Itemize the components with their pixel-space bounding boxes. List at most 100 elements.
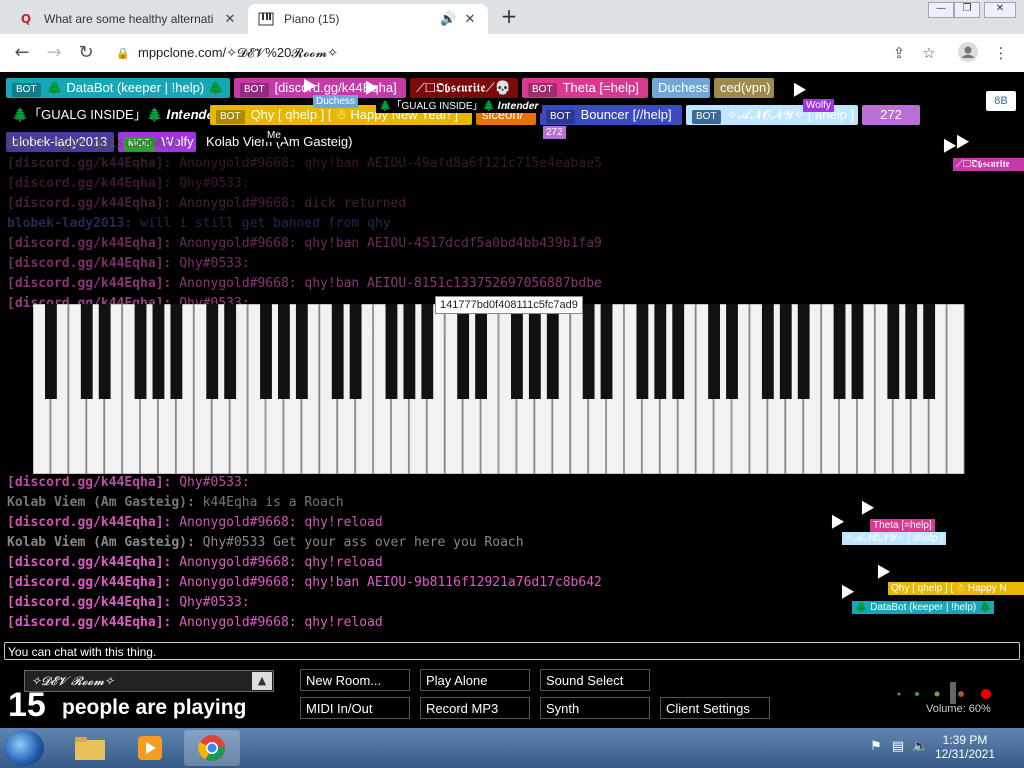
network-icon[interactable]: ▤	[890, 739, 906, 755]
speaker-icon[interactable]: 🔈	[912, 739, 928, 755]
close-window-button[interactable]: ✕	[984, 2, 1016, 18]
tab-title: What are some healthy alternati	[44, 12, 214, 26]
piano-black-key[interactable]	[708, 304, 720, 399]
lock-icon: 🔒	[116, 46, 130, 60]
piano-black-key[interactable]	[134, 304, 147, 399]
user-chip-obscurite[interactable]: ⟋☐𝕺𝖇𝖘𝖈𝖚𝖗𝖎𝖙𝖊⟋💀	[410, 78, 518, 98]
play-alone-button[interactable]: Play Alone	[420, 669, 530, 691]
piano-black-key[interactable]	[152, 304, 165, 399]
user-chip-272[interactable]: 272	[862, 105, 920, 125]
synth-button[interactable]: Synth	[540, 697, 650, 719]
piano-black-key[interactable]	[45, 304, 57, 399]
user-chip-ced[interactable]: ced(vpn)	[714, 78, 774, 98]
url-text: mppclone.com/✧𝓓𝓔𝓥%20𝓡𝓸𝓸𝓶✧	[138, 45, 339, 60]
piano-black-key[interactable]	[511, 304, 523, 399]
share-icon[interactable]: ⇪	[888, 42, 910, 64]
maximize-button[interactable]: ❐	[954, 2, 980, 18]
chat-message: [discord.gg/k44Eqha]: Qhy#0533:	[7, 256, 250, 271]
room-id-badge[interactable]: 8B	[986, 91, 1016, 111]
mouse-cursor-icon	[787, 79, 807, 97]
piano-black-key[interactable]	[278, 304, 290, 399]
piano-keyboard[interactable]	[33, 304, 965, 474]
piano-black-key[interactable]	[887, 304, 900, 399]
piano-black-key[interactable]	[582, 304, 595, 399]
piano-black-key[interactable]	[654, 304, 667, 399]
chat-input[interactable]: You can chat with this thing.	[4, 642, 1020, 660]
piano-black-key[interactable]	[260, 304, 272, 399]
speaker-icon[interactable]: 🔊	[440, 12, 456, 27]
piano-black-key[interactable]	[475, 304, 487, 399]
chat-message: [discord.gg/k44Eqha]: Anonygold#9668: qh…	[7, 555, 383, 570]
reload-icon[interactable]: ↻	[74, 42, 98, 64]
piano-black-key[interactable]	[170, 304, 183, 399]
piano-black-key[interactable]	[349, 304, 362, 399]
piano-white-key[interactable]	[946, 304, 965, 474]
file-explorer-icon[interactable]	[62, 730, 118, 766]
forward-icon[interactable]: →	[42, 42, 66, 64]
tab-quora[interactable]: Q What are some healthy alternati ✕	[8, 4, 248, 34]
cursor-tag-databot: 🌲 DataBot (keeper | !help) 🌲	[852, 601, 995, 614]
midi-button[interactable]: MIDI In/Out	[300, 697, 410, 719]
sound-select-button[interactable]: Sound Select	[540, 669, 650, 691]
chat-text: still type qdisconnect	[7, 136, 180, 151]
piano-black-key[interactable]	[206, 304, 219, 399]
piano-black-key[interactable]	[421, 304, 434, 399]
piano-black-key[interactable]	[224, 304, 237, 399]
user-chip-duchess[interactable]: Duchess	[652, 78, 710, 98]
cursor-tag-272: 272	[543, 126, 566, 139]
network-warning-icon[interactable]: ⚑	[868, 739, 884, 755]
profile-avatar-icon[interactable]	[957, 42, 979, 64]
cursor-tag-qhy: Qhy [ qhelp ] [ ☃ Happy N	[888, 582, 1024, 595]
chat-author: Kolab Viem (Am Gasteig):	[7, 535, 195, 550]
url-field[interactable]: 🔒 mppclone.com/✧𝓓𝓔𝓥%20𝓡𝓸𝓸𝓶✧	[110, 39, 910, 67]
user-chip-theta[interactable]: BOT Theta [=help]	[522, 78, 648, 98]
piano-black-key[interactable]	[295, 304, 308, 399]
piano-black-key[interactable]	[905, 304, 918, 399]
chat-message: [discord.gg/k44Eqha]: Anonygold#9668: qh…	[7, 276, 602, 291]
back-icon[interactable]: ←	[10, 42, 34, 64]
room-selector[interactable]: ✧𝓓𝓔𝓥 𝓡𝓸𝓸𝓶✧	[24, 670, 274, 692]
close-tab-icon[interactable]: ✕	[222, 12, 238, 27]
chrome-icon[interactable]	[184, 730, 240, 766]
bookmark-star-icon[interactable]: ☆	[918, 42, 940, 64]
piano-black-key[interactable]	[385, 304, 398, 399]
piano-black-key[interactable]	[923, 304, 936, 399]
chat-text: Anonygold#9668: qhy!reload	[179, 615, 383, 630]
minimize-button[interactable]: —	[928, 2, 954, 18]
new-tab-button[interactable]: +	[498, 6, 520, 28]
close-tab-icon[interactable]: ✕	[462, 12, 478, 27]
address-bar: ← → ↻ 🔒 mppclone.com/✧𝓓𝓔𝓥%20𝓡𝓸𝓸𝓶✧ ⇪ ☆ ⋮	[0, 34, 1024, 73]
chat-message: [discord.gg/k44Eqha]: Qhy#0533:	[7, 176, 250, 191]
piano-black-key[interactable]	[331, 304, 344, 399]
client-settings-button[interactable]: Client Settings	[660, 697, 770, 719]
media-player-icon[interactable]	[122, 730, 178, 766]
quora-icon: Q	[20, 12, 32, 26]
piano-black-key[interactable]	[457, 304, 470, 399]
piano-black-key[interactable]	[546, 304, 559, 399]
piano-black-key[interactable]	[528, 304, 541, 399]
piano-black-key[interactable]	[761, 304, 774, 399]
piano-black-key[interactable]	[833, 304, 846, 399]
piano-black-key[interactable]	[600, 304, 613, 399]
piano-black-key[interactable]	[726, 304, 738, 399]
user-chip-gualg[interactable]: 🌲「GUALG INSIDE」🌲 𝑰𝒏𝒕𝒆𝒏𝒅𝒆𝒓	[6, 105, 220, 125]
tab-piano[interactable]: Piano (15) 🔊 ✕	[248, 4, 488, 34]
user-chip-databot[interactable]: BOT 🌲 DataBot (keeper | !help) 🌲	[6, 78, 230, 98]
piano-black-key[interactable]	[636, 304, 649, 399]
piano-black-key[interactable]	[403, 304, 416, 399]
piano-black-key[interactable]	[797, 304, 810, 399]
piano-black-key[interactable]	[851, 304, 864, 399]
user-chip-bouncer[interactable]: BOT Bouncer [//help]	[540, 105, 682, 125]
chat-author: [discord.gg/k44Eqha]:	[7, 515, 172, 530]
piano-black-key[interactable]	[672, 304, 685, 399]
menu-kebab-icon[interactable]: ⋮	[990, 42, 1012, 64]
system-clock[interactable]: 1:39 PM 12/31/2021	[930, 733, 1000, 761]
piano-black-key[interactable]	[80, 304, 93, 399]
new-room-button[interactable]: New Room...	[300, 669, 410, 691]
record-mp3-button[interactable]: Record MP3	[420, 697, 530, 719]
start-button-icon[interactable]	[4, 730, 44, 766]
chat-message: [discord.gg/k44Eqha]: Anonygold#9668: qh…	[7, 156, 602, 171]
piano-black-key[interactable]	[98, 304, 111, 399]
piano-black-key[interactable]	[779, 304, 792, 399]
room-dropdown-arrow-icon[interactable]: ▲	[252, 672, 272, 690]
